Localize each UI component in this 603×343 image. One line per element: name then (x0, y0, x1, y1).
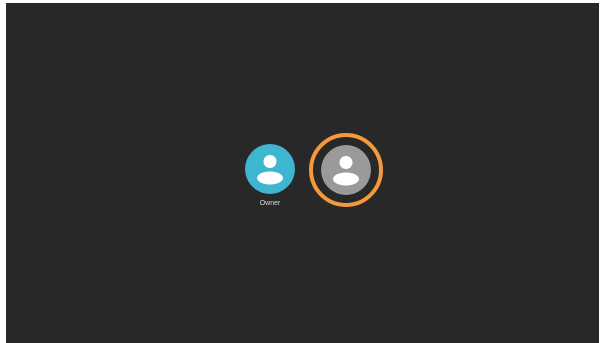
user-tile-owner[interactable]: Owner (244, 144, 296, 207)
user-switcher-screen: Owner (6, 3, 599, 343)
person-icon (321, 145, 371, 195)
person-icon (245, 144, 295, 194)
owner-avatar[interactable] (245, 144, 295, 194)
selection-ring (309, 133, 383, 207)
guest-avatar[interactable] (321, 145, 371, 195)
user-tile-guest[interactable] (309, 133, 383, 213)
owner-label: Owner (259, 200, 281, 207)
